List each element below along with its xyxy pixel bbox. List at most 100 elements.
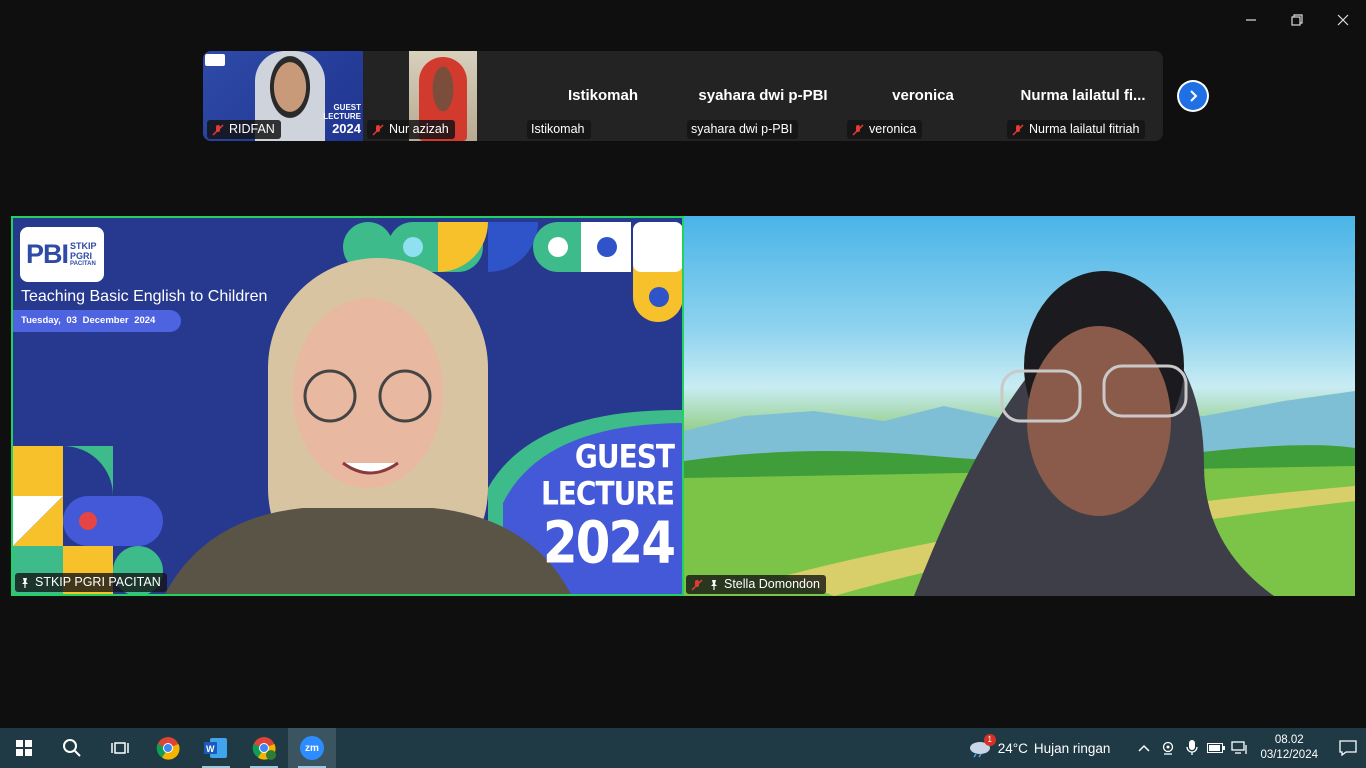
network-icon xyxy=(1231,741,1248,754)
minimize-icon xyxy=(1246,19,1256,21)
thumb-year: 2024 xyxy=(332,121,361,136)
close-button[interactable] xyxy=(1320,0,1366,40)
deco-shape xyxy=(438,222,488,272)
chevron-right-icon xyxy=(1190,90,1198,102)
windows-logo-icon xyxy=(16,740,32,756)
start-button[interactable] xyxy=(0,728,48,768)
search-icon xyxy=(63,739,81,757)
virtual-background xyxy=(684,271,1355,596)
logo-pacitan-text: PACITAN xyxy=(70,261,96,267)
battery-icon xyxy=(1207,743,1226,753)
participant-name: Istikomah xyxy=(531,122,585,136)
logo-pbi-text: PBI xyxy=(26,239,69,269)
weather-widget[interactable]: 1 24°C Hujan ringan xyxy=(968,734,1111,758)
participant-display-name: Istikomah xyxy=(567,87,639,104)
participant-tile-veronica[interactable]: veronica veronica xyxy=(843,51,1003,141)
mic-muted-icon xyxy=(852,123,864,136)
video-name: Stella Domondon xyxy=(724,577,820,591)
windows-taskbar: W zm 1 24°C Hujan ringan 08.02 03/12/202… xyxy=(0,728,1366,768)
system-tray: 1 24°C Hujan ringan 08.02 03/12/2024 xyxy=(968,728,1366,768)
close-icon xyxy=(1337,14,1349,26)
notification-icon xyxy=(1339,740,1357,756)
chrome-taskbar-button[interactable] xyxy=(144,728,192,768)
weather-alert-badge: 1 xyxy=(983,734,996,746)
zoom-icon: zm xyxy=(300,736,324,760)
deco-shape xyxy=(63,496,163,546)
weather-description: Hujan ringan xyxy=(1033,740,1111,756)
video-tile-stella-domondon[interactable]: Stella Domondon xyxy=(684,216,1355,596)
video-name: STKIP PGRI PACITAN xyxy=(35,575,161,589)
minimize-button[interactable] xyxy=(1228,0,1274,40)
video-tile-stkip-pgri-pacitan[interactable]: PBI STKIP PGRI PACITAN Teaching Basic En… xyxy=(11,216,684,596)
participant-name-label: Nurma lailatul fitriah xyxy=(1007,120,1146,139)
participant-tile-nurma[interactable]: Nurma lailatul fi... Nurma lailatul fitr… xyxy=(1003,51,1163,141)
pbi-logo: PBI STKIP PGRI PACITAN xyxy=(20,227,104,282)
participant-name-label: RIDFAN xyxy=(207,120,281,139)
camera-tray-button[interactable] xyxy=(1156,728,1180,768)
thumb-guest: GUEST xyxy=(333,103,361,112)
task-view-button[interactable] xyxy=(96,728,144,768)
chrome-icon xyxy=(156,737,180,760)
clock[interactable]: 08.02 03/12/2024 xyxy=(1260,733,1318,763)
guest-text: GUEST xyxy=(574,437,675,476)
restore-icon xyxy=(1291,14,1303,26)
participant-gallery-strip: GUEST LECTURE 2024 RIDFAN Nur azizah Ist… xyxy=(203,51,1163,141)
zoom-taskbar-button[interactable]: zm xyxy=(288,728,336,768)
participant-name: veronica xyxy=(869,122,917,136)
logo-pgri-text: PGRI xyxy=(70,251,93,261)
participant-name: syahara dwi p-PBI xyxy=(691,122,793,136)
deco-shape xyxy=(633,222,682,272)
notification-center-button[interactable] xyxy=(1330,728,1366,768)
logo-thumb xyxy=(205,54,225,66)
guest-lecture-banner: GUEST LECTURE 2024 xyxy=(541,437,676,577)
clock-time: 08.02 xyxy=(1274,734,1304,746)
network-tray-button[interactable] xyxy=(1228,728,1252,768)
microphone-tray-button[interactable] xyxy=(1180,728,1204,768)
participant-tile-ridfan[interactable]: GUEST LECTURE 2024 RIDFAN xyxy=(203,51,363,141)
mic-muted-icon xyxy=(212,123,224,136)
mic-muted-icon xyxy=(1012,123,1024,136)
deco-shape xyxy=(403,237,423,257)
participant-tile-syahara[interactable]: syahara dwi p-PBI syahara dwi p-PBI xyxy=(683,51,843,141)
restore-button[interactable] xyxy=(1274,0,1320,40)
slide-date: Tuesday, 03 December 2024 xyxy=(13,310,181,332)
deco-shape xyxy=(13,446,63,496)
show-hidden-icons-button[interactable] xyxy=(1132,728,1156,768)
participant-display-name: veronica xyxy=(892,87,954,104)
window-controls xyxy=(1228,0,1366,40)
year-text: 2024 xyxy=(542,509,676,577)
participant-tile-istikomah[interactable]: Istikomah Istikomah xyxy=(523,51,683,141)
video-name-tag: Stella Domondon xyxy=(686,575,826,594)
logo-stkip-text: STKIP xyxy=(70,241,97,251)
participant-tile-nur-azizah[interactable]: Nur azizah xyxy=(363,51,523,141)
gallery-next-button[interactable] xyxy=(1177,80,1209,112)
deco-shape xyxy=(597,237,617,257)
thumb-lecture: LECTURE xyxy=(323,112,361,121)
slide-title: Teaching Basic English to Children xyxy=(21,288,268,305)
deco-shape xyxy=(63,446,113,496)
microphone-icon xyxy=(1186,740,1199,755)
deco-shape xyxy=(293,298,443,488)
deco-shape xyxy=(649,287,669,307)
participant-name-label: Nur azizah xyxy=(367,120,455,139)
pin-icon xyxy=(22,577,28,588)
mic-muted-icon xyxy=(372,123,384,136)
search-button[interactable] xyxy=(48,728,96,768)
participant-name: Nurma lailatul fitriah xyxy=(1029,122,1140,136)
deco-shape xyxy=(488,222,538,272)
weather-icon: 1 xyxy=(968,734,996,758)
participant-name: RIDFAN xyxy=(229,122,275,136)
deco-shape xyxy=(79,512,97,530)
weather-temperature: 24°C xyxy=(997,740,1028,756)
word-icon: W xyxy=(204,738,227,758)
zoom-icon-label: zm xyxy=(305,742,319,754)
word-taskbar-button[interactable]: W xyxy=(192,728,240,768)
video-name-tag: STKIP PGRI PACITAN xyxy=(15,573,167,592)
participant-name-label: Istikomah xyxy=(527,120,591,139)
battery-tray-button[interactable] xyxy=(1204,728,1228,768)
participant-display-name: Nurma lailatul fi... xyxy=(1020,87,1146,104)
participant-name-label: syahara dwi p-PBI xyxy=(687,120,799,139)
chrome-profile-taskbar-button[interactable] xyxy=(240,728,288,768)
participant-name-label: veronica xyxy=(847,120,923,139)
mic-muted-icon xyxy=(691,578,703,591)
